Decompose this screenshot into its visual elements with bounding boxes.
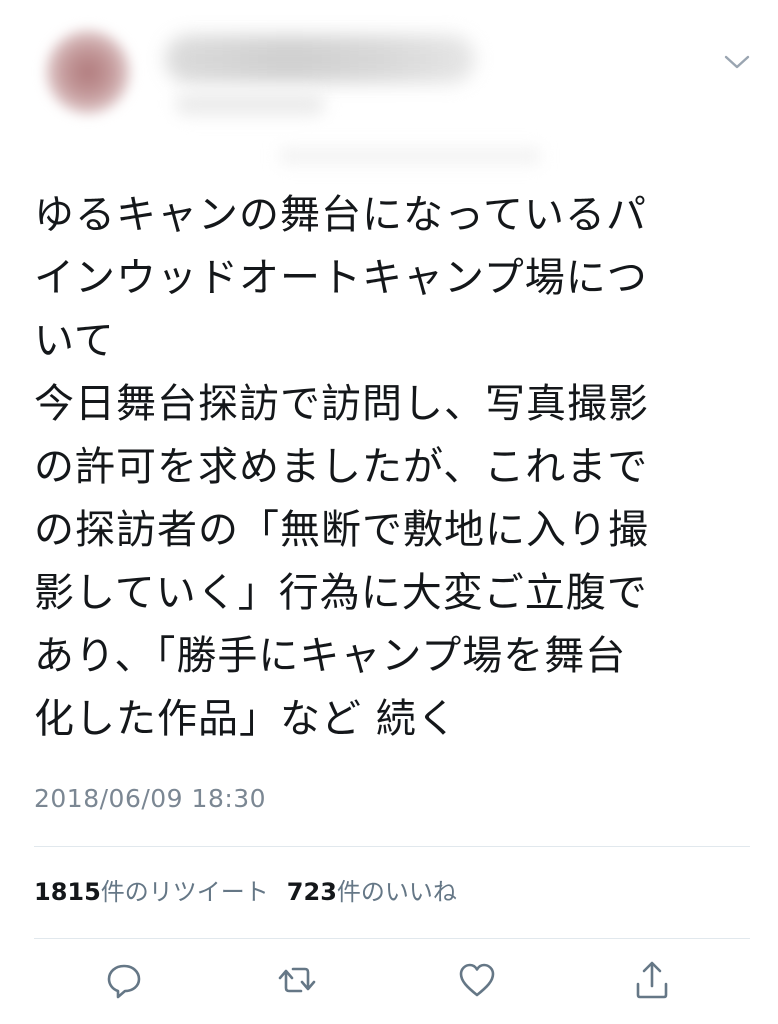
tweet-text-line: いて bbox=[34, 318, 115, 364]
tweet-text-line: 影していく」行為に大変ご立腹で bbox=[34, 570, 648, 616]
tweet-text-line: あり、「勝手にキャンプ場を舞台 bbox=[34, 633, 627, 679]
display-name-blurred[interactable] bbox=[165, 35, 475, 83]
chevron-down-icon[interactable] bbox=[724, 52, 750, 72]
username-blurred bbox=[175, 92, 325, 116]
reply-icon[interactable] bbox=[102, 958, 146, 1002]
retweet-count: 1815 bbox=[34, 878, 101, 906]
tweet-text-line: 化した作品」など 続く bbox=[34, 696, 458, 742]
tweet-timestamp[interactable]: 2018/06/09 18:30 bbox=[34, 784, 266, 813]
tweet-text-line: 今日舞台探訪で訪問し、写真撮影 bbox=[34, 381, 649, 427]
tweet-text-line: ゆるキャンの舞台になっているパ bbox=[34, 192, 647, 238]
tweet-text-line: インウッドオートキャンプ場につ bbox=[34, 255, 648, 301]
like-stat[interactable]: 723件のいいね bbox=[287, 878, 457, 906]
engagement-stats: 1815件のリツイート 723件のいいね bbox=[34, 872, 457, 907]
retweet-stat[interactable]: 1815件のリツイート bbox=[34, 878, 269, 906]
tweet-header bbox=[0, 0, 778, 164]
avatar[interactable] bbox=[46, 30, 130, 114]
retweet-icon[interactable] bbox=[275, 958, 319, 1002]
like-count: 723 bbox=[286, 878, 337, 906]
action-bar bbox=[0, 958, 778, 1008]
header-blur-artifact bbox=[280, 148, 540, 164]
divider bbox=[34, 846, 750, 847]
tweet-text-line: の探訪者の「無断で敷地に入り撮 bbox=[34, 507, 649, 553]
share-icon[interactable] bbox=[630, 958, 674, 1002]
divider bbox=[34, 938, 750, 939]
tweet-text: ゆるキャンの舞台になっているパ インウッドオートキャンプ場につ いて 今日舞台探… bbox=[34, 184, 742, 751]
heart-icon[interactable] bbox=[455, 958, 499, 1002]
like-label: 件のいいね bbox=[336, 878, 457, 906]
retweet-label: 件のリツイート bbox=[100, 878, 269, 906]
tweet-text-line: の許可を求めましたが、これまで bbox=[34, 444, 649, 490]
